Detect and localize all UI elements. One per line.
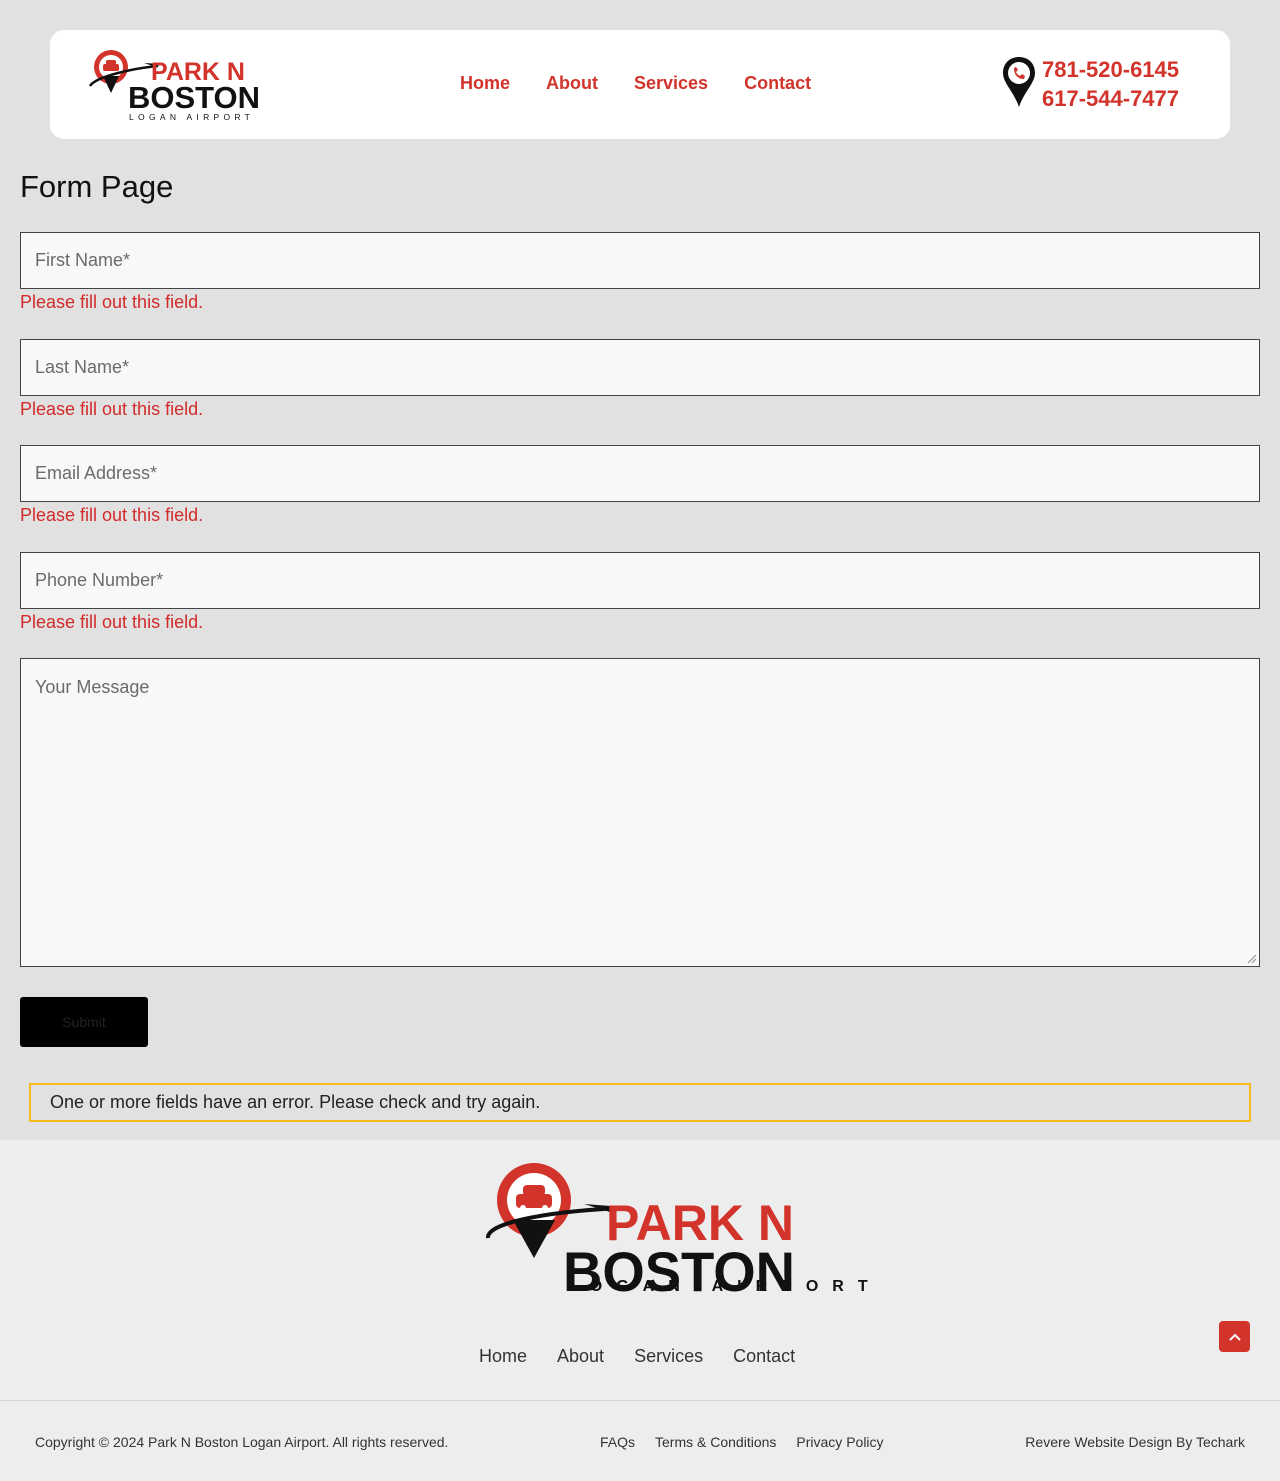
site-footer: PARK N BOSTON LOGAN AIRPORT Home About S… [0,1140,1280,1481]
scroll-to-top-button[interactable] [1219,1321,1250,1352]
nav-services[interactable]: Services [634,73,708,94]
privacy-link[interactable]: Privacy Policy [796,1434,883,1450]
faqs-link[interactable]: FAQs [600,1434,635,1450]
footer-divider [0,1400,1280,1401]
nav-contact[interactable]: Contact [744,73,811,94]
terms-link[interactable]: Terms & Conditions [655,1434,776,1450]
last-name-error: Please fill out this field. [20,399,204,419]
message-placeholder: Your Message [35,677,150,697]
footer-nav: Home About Services Contact [479,1346,795,1367]
first-name-field[interactable]: First Name* [20,232,1260,289]
last-name-field[interactable]: Last Name* [20,339,1260,396]
header-nav: Home About Services Contact [460,73,811,94]
phone-number-1[interactable]: 781-520-6145 [1042,55,1179,84]
footer-nav-contact[interactable]: Contact [733,1346,795,1367]
nav-about[interactable]: About [546,73,598,94]
copyright-text: Copyright © 2024 Park N Boston Logan Air… [35,1434,449,1450]
footer-logo[interactable]: PARK N BOSTON [480,1158,800,1298]
svg-text:LOGAN AIRPORT: LOGAN AIRPORT [129,112,254,122]
phone-pin-icon [1003,57,1035,107]
phone-numbers: 781-520-6145 617-544-7477 [1042,55,1179,113]
form-error-alert: One or more fields have an error. Please… [29,1083,1251,1122]
park-n-boston-logo[interactable]: PARK N BOSTON LOGAN AIRPORT [86,46,258,126]
svg-text:BOSTON: BOSTON [128,80,258,115]
phone-error: Please fill out this field. [20,612,204,632]
page-title: Form Page [20,169,174,204]
design-credit[interactable]: Revere Website Design By Techark [1025,1434,1245,1450]
footer-nav-services[interactable]: Services [634,1346,703,1367]
legal-links: FAQs Terms & Conditions Privacy Policy [600,1434,884,1450]
site-header: PARK N BOSTON LOGAN AIRPORT Home About S… [50,30,1230,139]
message-textarea[interactable]: Your Message [20,658,1260,967]
first-name-error: Please fill out this field. [20,292,204,312]
email-error: Please fill out this field. [20,505,204,525]
footer-nav-home[interactable]: Home [479,1346,527,1367]
submit-button[interactable]: Submit [20,997,148,1047]
phone-field[interactable]: Phone Number* [20,552,1260,609]
resize-grip-icon[interactable] [1247,954,1257,964]
email-field[interactable]: Email Address* [20,445,1260,502]
footer-nav-about[interactable]: About [557,1346,604,1367]
footer-logo-tagline: LOGAN AIRPORT [566,1278,882,1295]
nav-home[interactable]: Home [460,73,510,94]
phone-number-2[interactable]: 617-544-7477 [1042,84,1179,113]
chevron-up-icon [1228,1333,1241,1341]
header-phone-block: 781-520-6145 617-544-7477 [1002,55,1179,113]
